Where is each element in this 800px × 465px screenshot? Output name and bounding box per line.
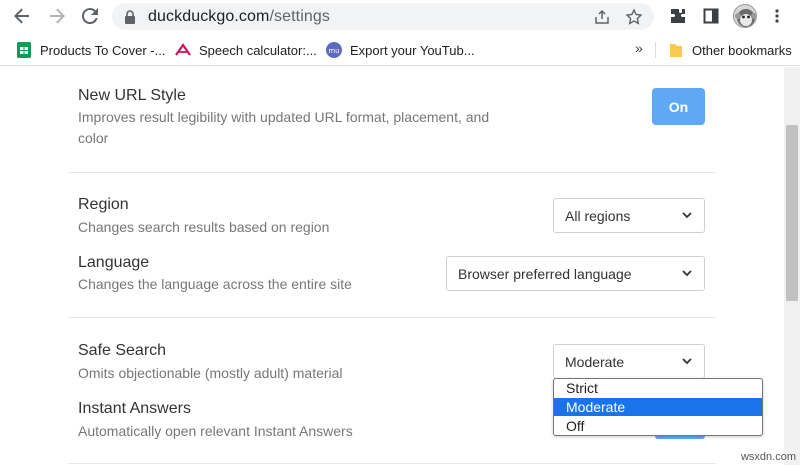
url-style-description-line2: color	[78, 130, 109, 146]
region-description: Changes search results based on region	[78, 219, 330, 235]
bookmark-star-button[interactable]	[624, 7, 644, 27]
reload-icon	[82, 8, 98, 24]
language-description: Changes the language across the entire s…	[78, 276, 352, 292]
google-sheets-icon	[16, 42, 32, 58]
bookmark-label: Speech calculator:...	[199, 42, 317, 58]
chevron-down-icon	[682, 212, 692, 219]
safe-search-selected-value: Moderate	[565, 353, 625, 370]
more-vertical-icon	[775, 9, 779, 23]
region-title: Region	[78, 196, 129, 213]
side-panel-button[interactable]	[698, 4, 724, 28]
bookmark-export-youtube[interactable]: mu Export your YouTub...	[326, 41, 475, 59]
profile-avatar[interactable]	[733, 4, 757, 28]
chevron-down-icon	[682, 358, 692, 365]
bookmarks-overflow-button[interactable]: »	[635, 40, 643, 56]
page-scrollbar[interactable]	[784, 67, 800, 465]
my-app-icon: mu	[326, 42, 342, 58]
url-style-title: New URL Style	[78, 87, 186, 104]
region-selected-value: All regions	[565, 207, 631, 224]
back-button[interactable]	[9, 4, 35, 28]
section-divider	[68, 172, 716, 173]
section-divider	[68, 317, 716, 318]
url-style-toggle-button[interactable]: On	[652, 88, 705, 125]
forward-arrow-icon	[50, 8, 65, 24]
bookmark-label: Export your YouTub...	[350, 42, 475, 58]
region-select[interactable]: All regions	[553, 198, 705, 233]
instant-answers-title: Instant Answers	[78, 400, 191, 417]
bookmarks-separator	[655, 42, 656, 58]
url-style-description: Improves result legibility with updated …	[78, 107, 489, 149]
svg-text:mu: mu	[328, 47, 339, 55]
monkey-avatar-icon	[735, 9, 756, 27]
language-title: Language	[78, 254, 150, 271]
safe-search-title: Safe Search	[78, 342, 167, 359]
chevron-down-icon	[682, 270, 692, 277]
bookmarks-bar: Products To Cover -... Speech calculator…	[0, 33, 800, 66]
instant-answers-description: Automatically open relevant Instant Answ…	[78, 423, 353, 439]
address-bar[interactable]: duckduckgo.com/settings	[112, 3, 654, 30]
extensions-button[interactable]	[665, 4, 691, 28]
bookmark-products-to-cover[interactable]: Products To Cover -...	[16, 41, 165, 59]
safe-search-description: Omits objectionable (mostly adult) mater…	[78, 365, 343, 381]
browser-menu-button[interactable]	[764, 4, 790, 28]
bookmark-label: Products To Cover -...	[40, 42, 166, 58]
puzzle-icon	[671, 9, 685, 23]
section-divider	[68, 463, 716, 464]
side-panel-icon	[703, 8, 719, 24]
share-button[interactable]	[592, 7, 612, 27]
star-icon	[626, 9, 642, 25]
speech-calculator-icon	[175, 42, 191, 58]
other-bookmarks-label: Other bookmarks	[692, 42, 792, 58]
reload-button[interactable]	[77, 4, 103, 28]
forward-button[interactable]	[44, 4, 70, 28]
scrollbar-thumb[interactable]	[786, 125, 798, 301]
settings-page: New URL Style Improves result legibility…	[0, 67, 800, 465]
other-bookmarks-folder[interactable]: Other bookmarks	[668, 41, 792, 59]
safe-search-select[interactable]: Moderate	[553, 344, 705, 379]
url-style-description-line1: Improves result legibility with updated …	[78, 109, 490, 125]
bookmark-speech-calculator[interactable]: Speech calculator:...	[175, 41, 317, 59]
lock-icon	[125, 10, 135, 24]
safe-search-option-off[interactable]: Off	[554, 416, 762, 435]
folder-icon	[668, 42, 684, 58]
browser-toolbar: duckduckgo.com/settings	[0, 0, 800, 33]
url-text[interactable]: duckduckgo.com/settings	[148, 8, 330, 26]
safe-search-dropdown-list: Strict Moderate Off	[553, 378, 763, 436]
share-icon	[595, 9, 609, 24]
back-arrow-icon	[14, 8, 29, 24]
url-host: duckduckgo.com	[148, 8, 270, 25]
safe-search-option-moderate[interactable]: Moderate	[554, 397, 762, 417]
watermark-text: wsxdn.com	[740, 451, 796, 463]
url-path: /settings	[269, 8, 330, 25]
language-selected-value: Browser preferred language	[458, 265, 632, 282]
safe-search-option-strict[interactable]: Strict	[554, 379, 762, 398]
language-select[interactable]: Browser preferred language	[446, 256, 705, 291]
